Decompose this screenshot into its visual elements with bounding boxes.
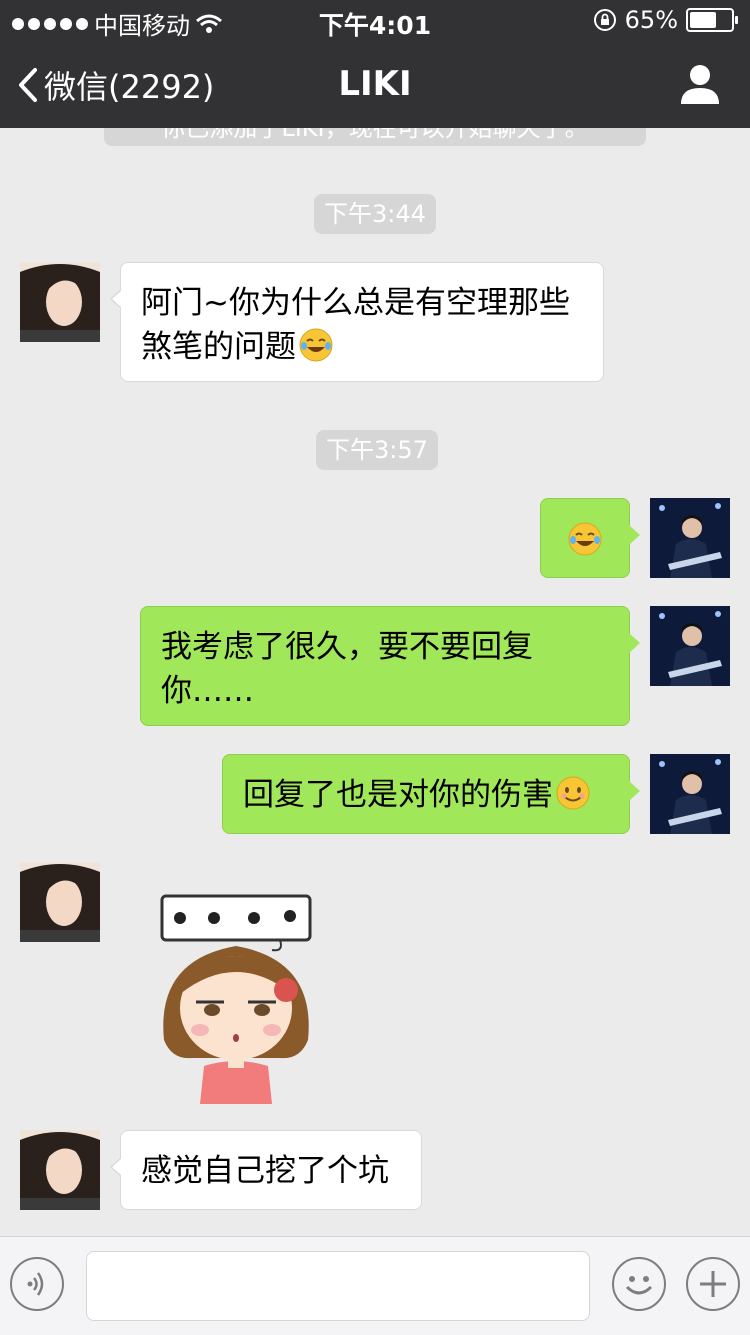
input-bar — [0, 1236, 750, 1335]
tears-of-joy-emoji-icon — [568, 522, 602, 556]
message-bubble[interactable]: 感觉自己挖了个坑 — [110, 1130, 422, 1210]
more-button[interactable] — [686, 1257, 740, 1311]
contact-avatar[interactable] — [20, 1130, 100, 1210]
my-avatar[interactable] — [650, 498, 730, 578]
orientation-lock-icon — [593, 9, 616, 31]
person-icon[interactable] — [678, 62, 722, 106]
message-text: 感觉自己挖了个坑 — [141, 1153, 389, 1189]
timestamp: 下午3:57 — [316, 430, 438, 470]
status-right: 65% — [593, 6, 738, 34]
emoji-button[interactable] — [612, 1257, 666, 1311]
tears-of-joy-emoji-icon — [299, 328, 333, 362]
smile-emoji-icon — [556, 776, 590, 810]
message-bubble[interactable] — [540, 498, 640, 578]
message-text: 我考虑了很久，要不要回复你…… — [161, 629, 533, 709]
nav-bar: 微信(2292) LIKI — [0, 40, 750, 128]
voice-icon — [27, 1272, 44, 1296]
my-avatar[interactable] — [650, 606, 730, 686]
girl-sticker[interactable] — [150, 890, 322, 1104]
battery-percent: 65% — [624, 6, 678, 34]
message-bubble[interactable]: 回复了也是对你的伤害 — [222, 754, 640, 834]
message-bubble[interactable]: 阿门~你为什么总是有空理那些煞笔的问题 — [110, 262, 604, 382]
message-text: 阿门~你为什么总是有空理那些煞笔的问题 — [141, 285, 570, 365]
message-input[interactable] — [86, 1251, 590, 1321]
status-bar: 中国移动 下午4:01 65% — [0, 0, 750, 40]
battery-icon — [686, 8, 738, 32]
emoji-icon — [625, 1276, 653, 1295]
message-bubble[interactable]: 我考虑了很久，要不要回复你…… — [140, 606, 640, 726]
contact-avatar[interactable] — [20, 262, 100, 342]
contact-avatar[interactable] — [20, 862, 100, 942]
plus-icon — [700, 1271, 726, 1297]
message-text: 回复了也是对你的伤害 — [243, 777, 553, 813]
chat-title: LIKI — [338, 64, 412, 104]
my-avatar[interactable] — [650, 754, 730, 834]
voice-button[interactable] — [10, 1257, 64, 1311]
top-bar: 中国移动 下午4:01 65% 微信(2292) LIKI — [0, 0, 750, 128]
timestamp: 下午3:44 — [314, 194, 436, 234]
